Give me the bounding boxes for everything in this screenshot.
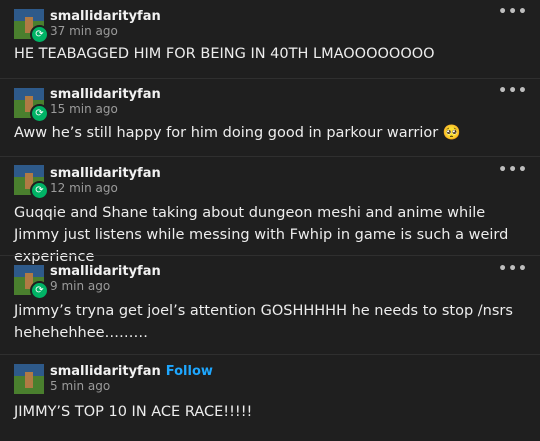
post-1: ⟳ smallidarityfan 37 min ago ••• HE TEAB… <box>0 0 540 80</box>
avatar[interactable]: ⟳ <box>14 265 49 300</box>
avatar[interactable]: ⟳ <box>14 9 49 44</box>
more-options-icon[interactable]: ••• <box>498 261 528 277</box>
username: smallidarityfan Follow <box>50 364 213 379</box>
post-4: ⟳ smallidarityfan 9 min ago ••• Jimmy’s … <box>0 256 540 354</box>
timestamp: 9 min ago <box>50 279 111 293</box>
reblog-icon: ⟳ <box>30 25 49 44</box>
avatar[interactable]: ⟳ <box>14 88 49 123</box>
timestamp: 12 min ago <box>50 181 118 195</box>
more-options-icon[interactable]: ••• <box>498 4 528 20</box>
post-5: smallidarityfan Follow 5 min ago JIMMY’S … <box>0 355 540 441</box>
username[interactable]: smallidarityfan <box>50 166 161 181</box>
avatar[interactable]: ⟳ <box>14 165 49 200</box>
post-3: ⟳ smallidarityfan 12 min ago ••• Guqqie … <box>0 157 540 265</box>
post-text: Aww he’s still happy for him doing good … <box>14 125 461 141</box>
follow-button[interactable]: Follow <box>166 364 213 379</box>
timestamp: 15 min ago <box>50 102 118 116</box>
username-link[interactable]: smallidarityfan <box>50 364 161 379</box>
post-2: ⟳ smallidarityfan 15 min ago ••• Aww he’… <box>0 79 540 157</box>
username[interactable]: smallidarityfan <box>50 87 161 102</box>
post-text: HE TEABAGGED HIM FOR BEING IN 40TH LMAOO… <box>14 46 435 62</box>
post-feed: ⟳ smallidarityfan 37 min ago ••• HE TEAB… <box>0 0 540 441</box>
reblog-icon: ⟳ <box>30 104 49 123</box>
timestamp: 37 min ago <box>50 24 118 38</box>
reblog-icon: ⟳ <box>30 181 49 200</box>
username[interactable]: smallidarityfan <box>50 9 161 24</box>
more-options-icon[interactable]: ••• <box>498 162 528 178</box>
post-text: Jimmy’s tryna get joel’s attention GOSHH… <box>14 303 513 341</box>
more-options-icon[interactable]: ••• <box>498 83 528 99</box>
timestamp: 5 min ago <box>50 379 111 393</box>
username[interactable]: smallidarityfan <box>50 264 161 279</box>
reblog-icon: ⟳ <box>30 281 49 300</box>
post-text: JIMMY’S TOP 10 IN ACE RACE!!!!! <box>14 404 253 420</box>
avatar[interactable] <box>14 364 44 394</box>
